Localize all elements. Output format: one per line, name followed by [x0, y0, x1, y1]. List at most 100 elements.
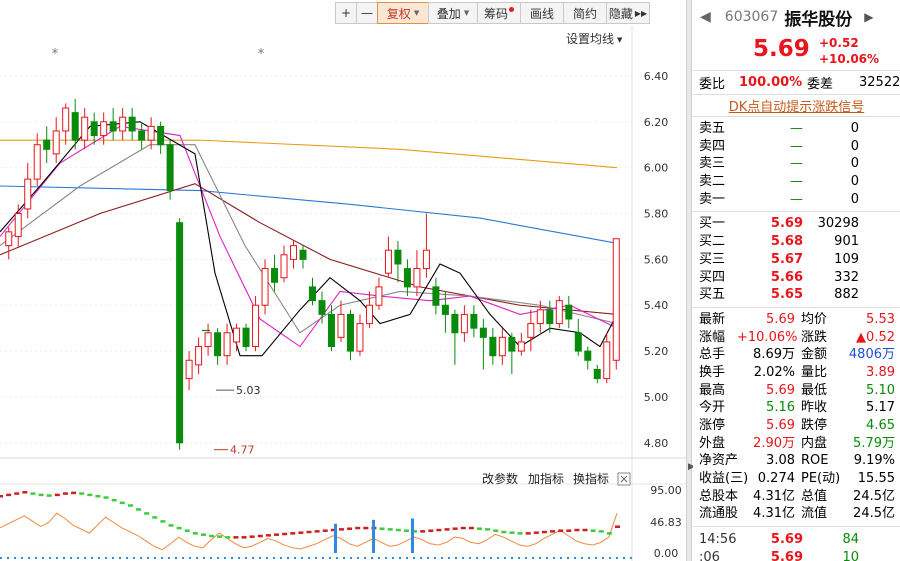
candle-down[interactable] [574, 332, 582, 352]
prev-stock-icon[interactable]: ◀ [700, 9, 711, 25]
candle-down[interactable] [166, 144, 174, 192]
candle-down[interactable] [242, 327, 250, 348]
candle-down[interactable] [318, 300, 326, 315]
set-ma-button[interactable]: 设置均线 [566, 32, 614, 46]
candle-up[interactable] [33, 144, 41, 180]
candle-up[interactable] [252, 304, 260, 348]
candle-up[interactable] [204, 332, 212, 348]
bid-row[interactable]: 买四 5.66 332 [693, 269, 900, 287]
candle-down[interactable] [441, 304, 449, 315]
candle-down[interactable] [271, 268, 279, 283]
candle-up[interactable] [290, 245, 298, 260]
ask-row[interactable]: 卖三 — 0 [693, 155, 900, 173]
indicator-axis-label: 95.00 [650, 484, 682, 497]
candle-up[interactable] [384, 249, 392, 274]
bid-row[interactable]: 买二 5.68 901 [693, 233, 900, 251]
toolbar-button-6[interactable]: 简约 [563, 2, 607, 24]
candle-up[interactable] [223, 332, 231, 357]
candle-up[interactable] [119, 116, 127, 132]
candle-up[interactable] [233, 327, 241, 343]
event-star-icon[interactable]: * [258, 47, 265, 62]
candle-down[interactable] [593, 368, 601, 380]
candle-up[interactable] [14, 213, 22, 237]
candle-up[interactable] [100, 121, 108, 137]
kline-chart[interactable]: 6.40 6.20 6.00 5.80 5.60 5.40 5.20 5.00 4.80 设置均线… [0, 26, 686, 561]
candle-up[interactable] [603, 341, 611, 380]
panel-splitter[interactable]: ▶ [686, 0, 695, 561]
candle-down[interactable] [157, 125, 165, 146]
candle-up[interactable] [356, 323, 364, 352]
candle-up[interactable] [52, 130, 60, 155]
candle-down[interactable] [546, 309, 554, 325]
toolbar-button-2[interactable]: 复权 ▼ [377, 2, 429, 24]
candle-down[interactable] [403, 268, 411, 288]
indicator-button-0[interactable]: 改参数 [482, 471, 518, 486]
candle-down[interactable] [138, 130, 146, 141]
event-star-icon[interactable]: * [52, 47, 59, 62]
candle-down[interactable] [309, 286, 316, 302]
stock-code: 603067 [724, 9, 779, 25]
toolbar-button-4[interactable]: 筹码 [477, 2, 521, 24]
candle-up[interactable] [261, 268, 269, 306]
bid-row[interactable]: 买五 5.65 882 [693, 286, 900, 304]
candle-down[interactable] [584, 350, 592, 361]
candle-down[interactable] [109, 121, 117, 132]
toolbar-button-3[interactable]: 叠加 ▼ [428, 2, 478, 24]
candle-up[interactable] [195, 346, 203, 366]
candle-down[interactable] [299, 249, 307, 260]
candle-down[interactable] [470, 313, 478, 329]
toolbar-button-5[interactable]: 画线 [520, 2, 564, 24]
quote-label: 涨停 [699, 418, 726, 433]
candle-up[interactable] [62, 107, 70, 132]
toolbar-button-1[interactable]: — [356, 2, 378, 24]
candle-down[interactable] [346, 313, 354, 352]
candle-up[interactable] [337, 313, 345, 338]
candle-down[interactable] [565, 304, 573, 320]
toolbar-button-0[interactable]: + [335, 2, 357, 24]
candle-up[interactable] [413, 268, 421, 288]
candle-up[interactable] [365, 304, 373, 325]
candle-down[interactable] [90, 121, 98, 137]
candle-down[interactable] [451, 313, 459, 334]
indicator-axis-label: 0.00 [654, 547, 679, 560]
candle-up[interactable] [460, 313, 468, 334]
candle-down[interactable] [128, 116, 136, 132]
dk-signal-link[interactable]: DK点自动提示涨跌信号 [693, 95, 900, 117]
toolbar-button-7[interactable]: 隐藏 ▶▶ [606, 2, 650, 24]
candle-up[interactable] [24, 178, 32, 210]
next-stock-icon[interactable]: ▶ [864, 10, 873, 24]
candle-down[interactable] [432, 286, 440, 306]
candle-down[interactable] [327, 313, 335, 348]
candle-down[interactable] [71, 112, 79, 141]
candle-down[interactable] [394, 249, 402, 265]
candle-up[interactable] [375, 286, 383, 306]
candle-up[interactable] [498, 336, 506, 357]
ask-row[interactable]: 卖一 — 0 [693, 191, 900, 209]
indicator-button-2[interactable]: 换指标 [573, 471, 609, 486]
bid-row[interactable]: 买一 5.69 30298 [693, 215, 900, 233]
candle-down[interactable] [508, 336, 516, 352]
candle-up[interactable] [81, 116, 89, 141]
candle-down[interactable] [479, 327, 487, 338]
candle-down[interactable] [489, 336, 497, 357]
candle-up[interactable] [555, 300, 563, 325]
ask-row[interactable]: 卖四 — 0 [693, 138, 900, 156]
candle-up[interactable] [517, 341, 525, 352]
candle-down[interactable] [214, 332, 222, 357]
candle-up[interactable] [280, 254, 288, 279]
candle-down[interactable] [176, 222, 184, 444]
candle-up[interactable] [527, 323, 535, 338]
ask-row[interactable]: 卖二 — 0 [693, 173, 900, 191]
indicator-button-1[interactable]: 加指标 [528, 471, 564, 486]
candle-up[interactable] [536, 309, 544, 325]
candle-up[interactable] [422, 249, 430, 270]
candle-down[interactable] [43, 139, 51, 150]
indicator-dash [338, 528, 344, 531]
candle-up[interactable] [612, 238, 620, 361]
candle-up[interactable] [5, 231, 13, 247]
candle-up[interactable] [147, 125, 155, 141]
ask-row[interactable]: 卖五 — 0 [693, 120, 900, 138]
price-axis-label: 6.00 [644, 162, 669, 175]
bid-row[interactable]: 买三 5.67 109 [693, 251, 900, 269]
candle-up[interactable] [185, 359, 193, 380]
